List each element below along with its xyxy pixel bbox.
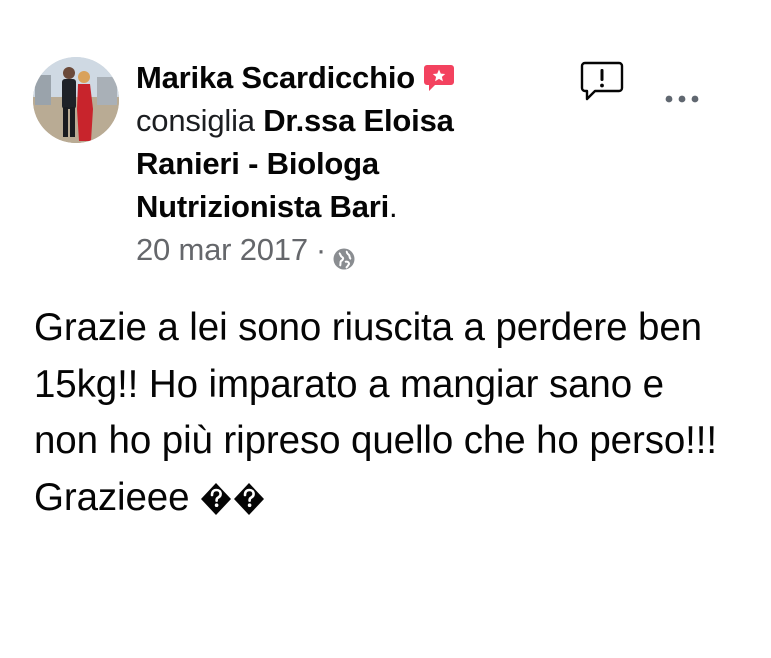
recommend-verb: consiglia (136, 103, 255, 138)
meta-separator: · (315, 232, 326, 267)
author-line: Marika Scardicchio (136, 56, 556, 99)
post-text: Grazie a lei sono riuscita a perdere ben… (34, 306, 717, 462)
closing-text: Grazieee (34, 475, 190, 519)
author-name[interactable]: Marika Scardicchio (136, 56, 415, 99)
replacement-character-icon (233, 476, 265, 515)
replacement-character-icon (200, 476, 232, 515)
recommend-badge-icon (423, 61, 455, 91)
report-icon[interactable] (580, 60, 624, 102)
page-name-suffix: . (389, 189, 398, 224)
globe-icon (332, 239, 356, 269)
post-body: Grazie a lei sono riuscita a perdere ben… (34, 300, 734, 526)
post-meta: 20 mar 2017 · (136, 228, 556, 271)
post-closing: Grazieee (34, 470, 734, 527)
recommendation-post: Marika Scardicchio consiglia Dr.ssa Eloi… (0, 0, 771, 658)
more-options-icon[interactable] (662, 88, 702, 110)
recommend-line: consiglia Dr.ssa Eloisa Ranieri - Biolog… (136, 99, 556, 228)
post-header: Marika Scardicchio consiglia Dr.ssa Eloi… (136, 56, 556, 271)
avatar[interactable] (33, 57, 119, 143)
post-date[interactable]: 20 mar 2017 (136, 228, 308, 271)
